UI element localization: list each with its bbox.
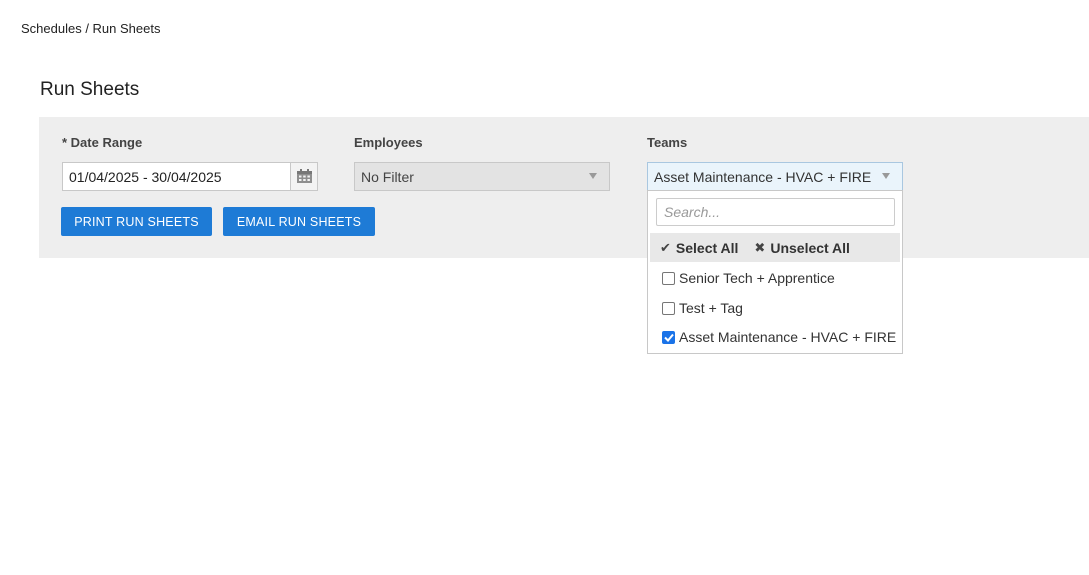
select-all-button[interactable]: ✔ Select All xyxy=(660,240,738,256)
breadcrumb: Schedules / Run Sheets xyxy=(21,21,161,36)
checkbox[interactable] xyxy=(662,271,675,285)
teams-bulk-actions: ✔ Select All ✖ Unselect All xyxy=(650,233,900,262)
team-option-asset-maintenance[interactable]: Asset Maintenance - HVAC + FIRE xyxy=(662,329,896,345)
chevron-down-icon xyxy=(882,173,890,179)
teams-search-input[interactable]: Search... xyxy=(656,198,895,226)
select-all-label: Select All xyxy=(675,239,739,256)
checkbox[interactable] xyxy=(662,301,675,315)
checkbox-checked[interactable] xyxy=(662,330,675,344)
calendar-icon[interactable] xyxy=(290,163,317,190)
date-range-value[interactable]: 01/04/2025 - 30/04/2025 xyxy=(63,169,290,185)
team-option-label: Senior Tech + Apprentice xyxy=(679,270,835,286)
employees-label: Employees xyxy=(354,135,423,150)
teams-select[interactable]: Asset Maintenance - HVAC + FIRE xyxy=(647,162,903,191)
unselect-all-label: Unselect All xyxy=(770,239,850,256)
page-title: Run Sheets xyxy=(40,79,140,100)
check-icon: ✔ xyxy=(660,239,671,255)
employees-select-value: No Filter xyxy=(361,168,414,185)
team-option-label: Test + Tag xyxy=(679,300,743,316)
date-range-label: * Date Range xyxy=(62,135,143,150)
teams-select-value: Asset Maintenance - HVAC + FIRE xyxy=(654,168,872,185)
print-run-sheets-button[interactable]: PRINT RUN SHEETS xyxy=(61,207,212,236)
teams-label: Teams xyxy=(647,135,688,150)
close-icon: ✖ xyxy=(754,239,766,255)
chevron-down-icon xyxy=(589,173,597,179)
date-range-input[interactable]: 01/04/2025 - 30/04/2025 xyxy=(62,162,318,191)
team-option-test-tag[interactable]: Test + Tag xyxy=(662,300,743,316)
employees-select[interactable]: No Filter xyxy=(354,162,610,191)
check-icon xyxy=(663,333,674,342)
teams-dropdown: Search... ✔ Select All ✖ Unselect All Se… xyxy=(647,190,903,354)
email-run-sheets-button[interactable]: EMAIL RUN SHEETS xyxy=(223,207,375,236)
unselect-all-button[interactable]: ✖ Unselect All xyxy=(754,240,850,256)
team-option-senior-tech[interactable]: Senior Tech + Apprentice xyxy=(662,270,835,286)
team-option-label: Asset Maintenance - HVAC + FIRE xyxy=(679,329,897,345)
